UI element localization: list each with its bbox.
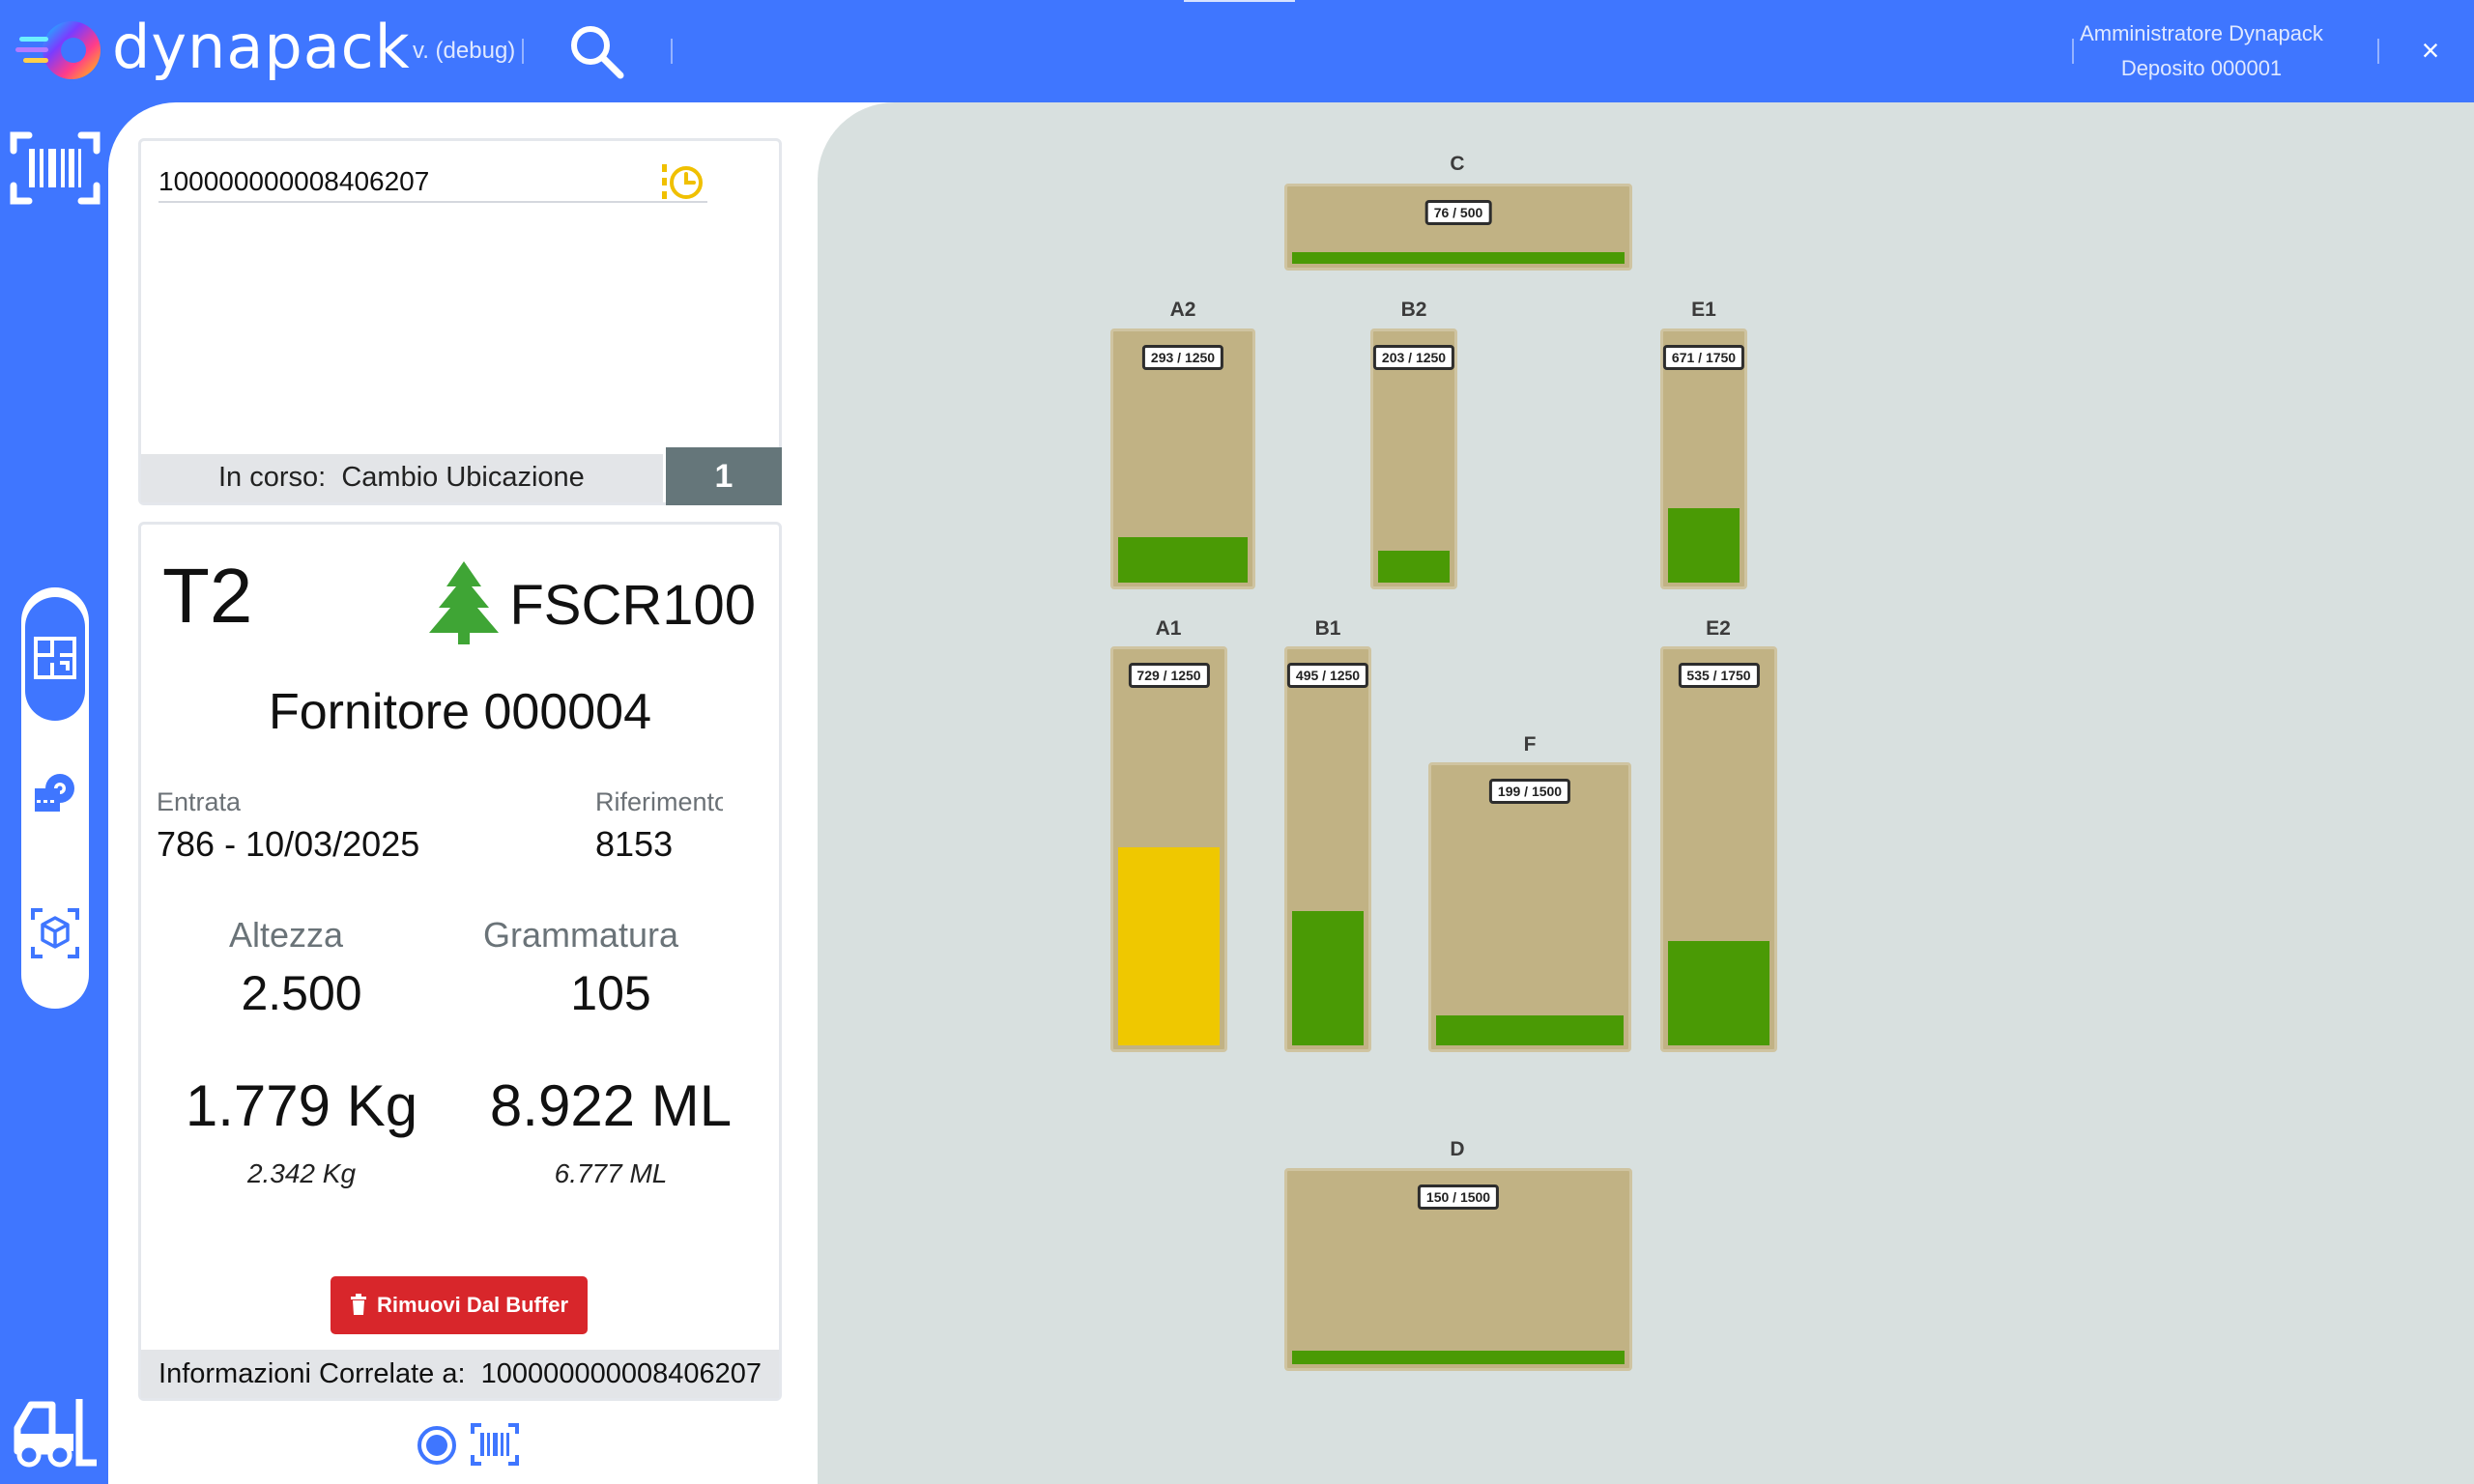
entry-label: Entrata [157,787,242,816]
status-prefix: In corso: [218,462,327,493]
item-code: T2 [162,553,253,639]
zone-capacity-badge: 729 / 1250 [1128,663,1210,688]
zone-capacity-badge: 150 / 1500 [1417,1184,1500,1210]
operation-status-bar: In corso: Cambio Ubicazione [141,454,663,502]
zone-capacity-badge: 293 / 1250 [1141,345,1224,370]
forklift-icon[interactable] [12,1395,99,1469]
zone-e1[interactable]: 671 / 1750 [1660,328,1747,589]
zone-capacity-badge: 203 / 1250 [1372,345,1455,370]
sidebar-nav-group [21,587,89,1009]
scan-panel: In corso: Cambio Ubicazione 1 [138,138,782,505]
floor-plan-icon [34,637,76,679]
zone-fill-bar [1378,551,1450,583]
zone-a2[interactable]: 293 / 1250 [1110,328,1255,589]
zone-label: E1 [1691,299,1716,321]
input-mode-switch [416,1420,524,1469]
scan-count-badge: 1 [666,447,782,505]
grammage-label: Grammatura [482,915,679,955]
header-divider [2377,39,2379,64]
search-icon[interactable] [566,21,626,81]
app-header: dynapack v. (debug) Amministratore Dynap… [0,0,2474,102]
zone-d[interactable]: 150 / 1500 [1284,1168,1632,1371]
zone-fill-bar [1292,252,1625,264]
height-value: 2.500 [241,966,362,1020]
zone-fill-bar [1668,941,1769,1045]
zone-capacity-badge: 199 / 1500 [1488,779,1571,804]
zone-c[interactable]: 76 / 500 [1284,184,1632,271]
package-scan-icon[interactable] [31,906,79,960]
user-name: Amministratore Dynapack [2080,21,2323,45]
remove-button-label: Rimuovi Dal Buffer [376,1293,569,1317]
zone-capacity-badge: 495 / 1250 [1286,663,1369,688]
weight-value: 1.779 Kg [185,1073,418,1138]
zone-fill-bar [1118,537,1248,583]
zone-label: B1 [1314,617,1341,640]
sidebar [0,102,108,1484]
paper-roll-icon[interactable] [31,771,79,819]
operation-status: In corso: Cambio Ubicazione [218,462,585,494]
header-divider [522,39,524,64]
related-info-bar: Informazioni Correlate a: 10000000000840… [141,1350,779,1398]
zone-capacity-badge: 671 / 1750 [1662,345,1745,370]
history-icon[interactable] [659,160,705,205]
zone-label: B2 [1400,299,1427,321]
zone-a1[interactable]: 729 / 1250 [1110,646,1227,1052]
item-article: FSCR100 [509,574,756,637]
tree-icon [429,561,499,644]
entry-value: 786 - 10/03/2025 [157,824,420,864]
zone-fill-bar [1292,911,1364,1045]
app-name: dynapack [112,12,411,82]
zone-label: A2 [1169,299,1196,321]
zone-capacity-badge: 535 / 1750 [1678,663,1760,688]
zone-fill-bar [1118,847,1220,1045]
zone-fill-bar [1436,1015,1624,1045]
logo-icon [15,21,101,79]
zone-label: C [1450,153,1465,175]
remove-from-buffer-button[interactable]: Rimuovi Dal Buffer [331,1276,588,1334]
reference-value: 8153 [595,824,674,864]
zone-b2[interactable]: 203 / 1250 [1370,328,1457,589]
app-version: v. (debug) [413,38,516,64]
sidebar-item-map-active[interactable] [25,597,85,721]
zone-e2[interactable]: 535 / 1750 [1660,646,1777,1052]
barcode-mode-icon[interactable] [470,1422,520,1467]
header-top-accent [1184,0,1295,2]
item-info-card: T2 FSCR100 Fornitore 000004 Entrata 786 … [138,522,782,1401]
supplier-name: Fornitore 000004 [268,684,652,740]
barcode-input[interactable] [158,162,707,203]
zone-label: D [1450,1138,1465,1160]
barcode-scan-icon[interactable] [10,129,101,207]
zone-label: A1 [1155,617,1182,640]
related-prefix: Informazioni Correlate a: [158,1358,466,1389]
zone-fill-bar [1292,1351,1625,1364]
zone-b1[interactable]: 495 / 1250 [1284,646,1371,1052]
header-divider [671,39,673,64]
radio-selected-icon[interactable] [416,1424,458,1467]
zone-label: E2 [1706,617,1731,640]
related-value: 100000000008406207 [480,1358,762,1389]
height-label: Altezza [228,915,344,955]
weight-secondary: 2.342 Kg [246,1158,357,1188]
length-secondary: 6.777 ML [554,1158,668,1188]
status-value: Cambio Ubicazione [341,462,585,493]
close-button[interactable]: × [2416,33,2445,68]
grammage-value: 105 [570,966,651,1020]
trash-icon [350,1294,366,1315]
length-value: 8.922 ML [489,1073,733,1138]
depot-name: Deposito 000001 [2120,56,2283,80]
zone-f[interactable]: 199 / 1500 [1428,762,1631,1052]
zone-fill-bar [1668,508,1740,583]
reference-label: Riferimento [595,787,723,816]
zone-label: F [1523,733,1537,756]
zone-capacity-badge: 76 / 500 [1424,200,1492,225]
